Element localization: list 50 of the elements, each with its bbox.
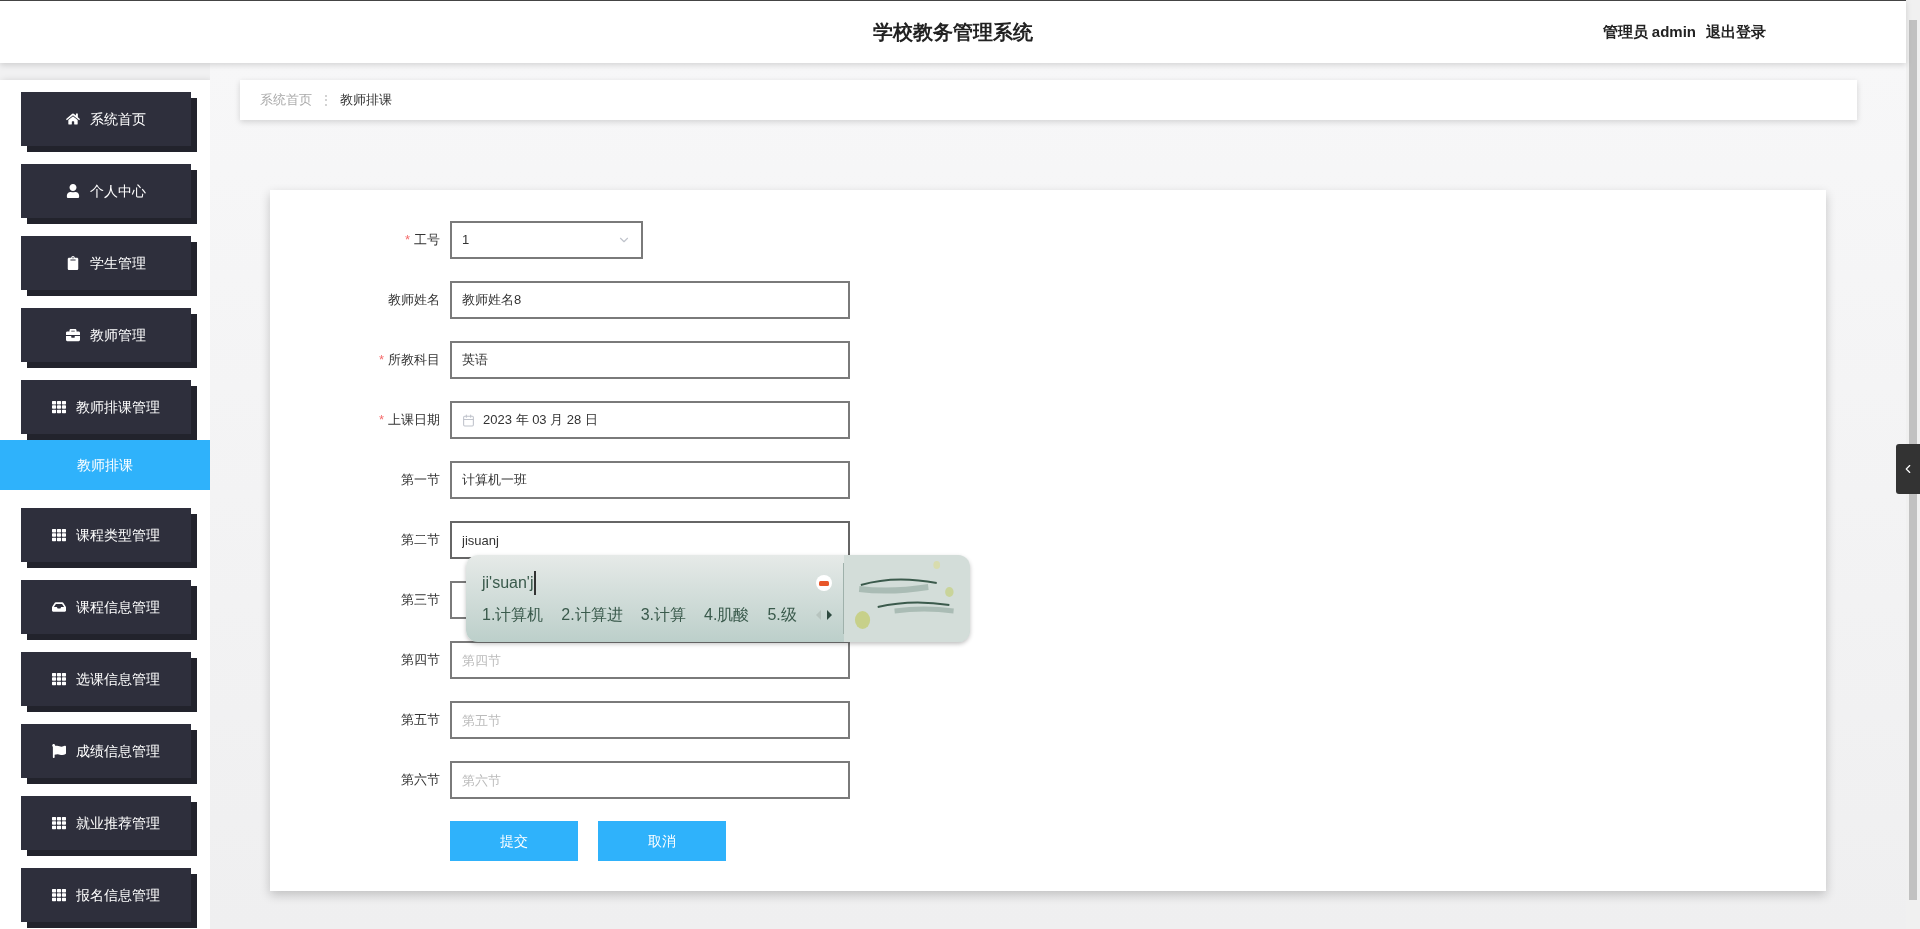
field-label: 所教科目 (388, 351, 440, 370)
required-mark: * (378, 351, 384, 370)
field-label: 工号 (414, 231, 440, 250)
ime-candidate[interactable]: 2.计算进 (561, 602, 623, 627)
user-icon (66, 184, 80, 198)
briefcase-icon (66, 328, 80, 342)
flag-icon (52, 744, 66, 758)
ime-candidate[interactable]: 5.级 (767, 602, 797, 627)
tray-icon (52, 600, 66, 614)
ime-candidate[interactable]: 4.肌酸 (704, 602, 750, 627)
grid-icon (52, 816, 66, 830)
date-field[interactable]: 2023 年 03 月 28 日 (450, 401, 850, 439)
breadcrumb-item: 教师排课 (340, 91, 392, 110)
calendar-icon (462, 413, 475, 427)
logout-link[interactable]: 退出登录 (1706, 20, 1766, 44)
text-field[interactable]: jisuanj (450, 521, 850, 559)
field-label: 上课日期 (388, 411, 440, 430)
ime-candidate[interactable]: 3.计算 (640, 602, 687, 627)
page-arrows-icon[interactable] (814, 608, 833, 621)
mascot-icon (814, 573, 833, 592)
text-field[interactable]: 第六节 (450, 761, 850, 799)
field-label: 第一节 (401, 471, 440, 490)
clipboard-icon (66, 256, 80, 270)
field-label: 第二节 (401, 531, 440, 550)
text-field[interactable]: 英语 (450, 341, 850, 379)
field-label: 第三节 (401, 591, 440, 610)
select-field[interactable]: 1 (450, 221, 643, 259)
required-mark: * (404, 231, 410, 250)
grid-icon (52, 672, 66, 686)
ime-candidate[interactable]: 1.计算机 (482, 602, 544, 627)
text-field[interactable]: 计算机一班 (450, 461, 850, 499)
date-value: 2023 年 03 月 28 日 (483, 411, 598, 430)
text-field[interactable]: 第四节 (450, 641, 850, 679)
user-name: 管理员 admin (1602, 21, 1696, 42)
grid-icon (52, 400, 66, 414)
breadcrumb-separator: ⋮ (320, 92, 332, 109)
system-title: 学校教务管理系统 (873, 20, 1033, 45)
grid-icon (52, 888, 66, 902)
field-label: 第四节 (401, 651, 440, 670)
home-icon (66, 112, 80, 126)
required-mark: * (378, 411, 384, 430)
select-value: 1 (462, 231, 470, 250)
ime-composition: ji'suan'j (482, 570, 537, 595)
side-panel-toggle[interactable] (1896, 444, 1920, 494)
field-label: 教师姓名 (388, 291, 440, 310)
text-field[interactable]: 第五节 (450, 701, 850, 739)
grid-icon (52, 528, 66, 542)
field-label: 第五节 (401, 711, 440, 730)
text-field[interactable]: 教师姓名8 (450, 281, 850, 319)
field-label: 第六节 (401, 771, 440, 790)
